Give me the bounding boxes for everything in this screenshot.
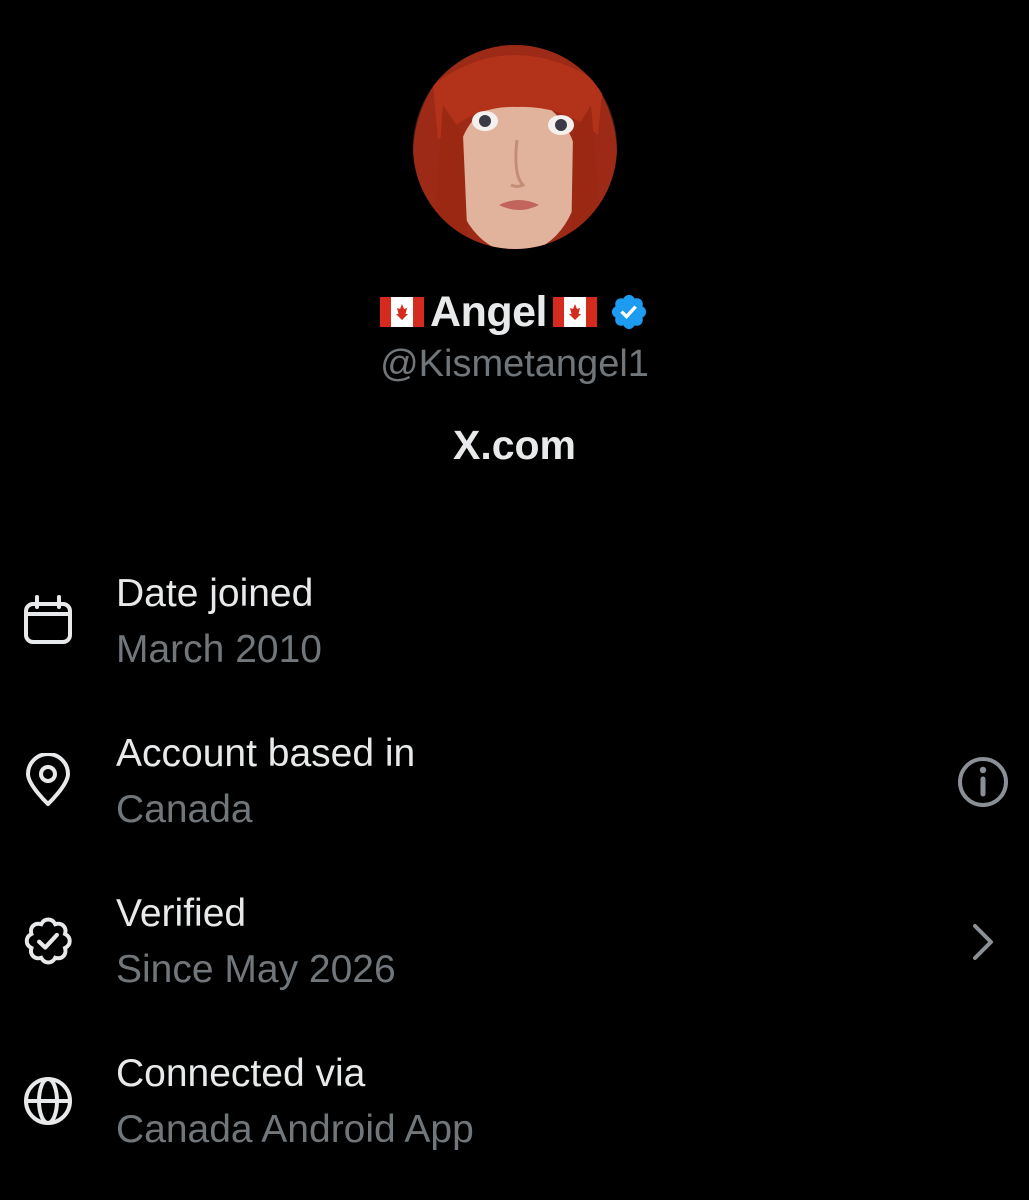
- verified-badge-icon[interactable]: [609, 292, 649, 332]
- profile-handle: @Kismetangel1: [380, 343, 649, 385]
- avatar-image: [413, 45, 617, 249]
- row-value: March 2010: [116, 628, 322, 671]
- row-account-based-in: Account based in Canada: [0, 720, 1029, 880]
- about-account-list: Date joined March 2010 Account based in …: [0, 560, 1029, 1200]
- row-verified[interactable]: Verified Since May 2026: [0, 880, 1029, 1040]
- row-value: Canada: [116, 788, 253, 831]
- display-name: Angel: [430, 287, 547, 336]
- row-value: Canada Android App: [116, 1108, 474, 1151]
- row-date-joined: Date joined March 2010: [0, 560, 1029, 720]
- row-title: Account based in: [116, 732, 416, 775]
- chevron-right-icon[interactable]: [955, 914, 1011, 970]
- profile-name-row: Angel: [0, 282, 1029, 342]
- info-icon[interactable]: [955, 754, 1011, 810]
- canada-flag-icon: [380, 297, 425, 327]
- row-title: Date joined: [116, 572, 314, 615]
- row-title: Connected via: [116, 1052, 366, 1095]
- location-pin-icon: [26, 753, 70, 806]
- row-connected-via: Connected via Canada Android App: [0, 1040, 1029, 1200]
- verified-outline-icon: [24, 917, 72, 965]
- canada-flag-icon: [552, 297, 597, 327]
- site-link[interactable]: X.com: [0, 422, 1029, 469]
- calendar-icon: [24, 595, 72, 644]
- row-value: Since May 2026: [116, 948, 396, 991]
- globe-icon: [24, 1077, 72, 1125]
- profile-avatar[interactable]: [413, 45, 617, 249]
- row-title: Verified: [116, 892, 247, 935]
